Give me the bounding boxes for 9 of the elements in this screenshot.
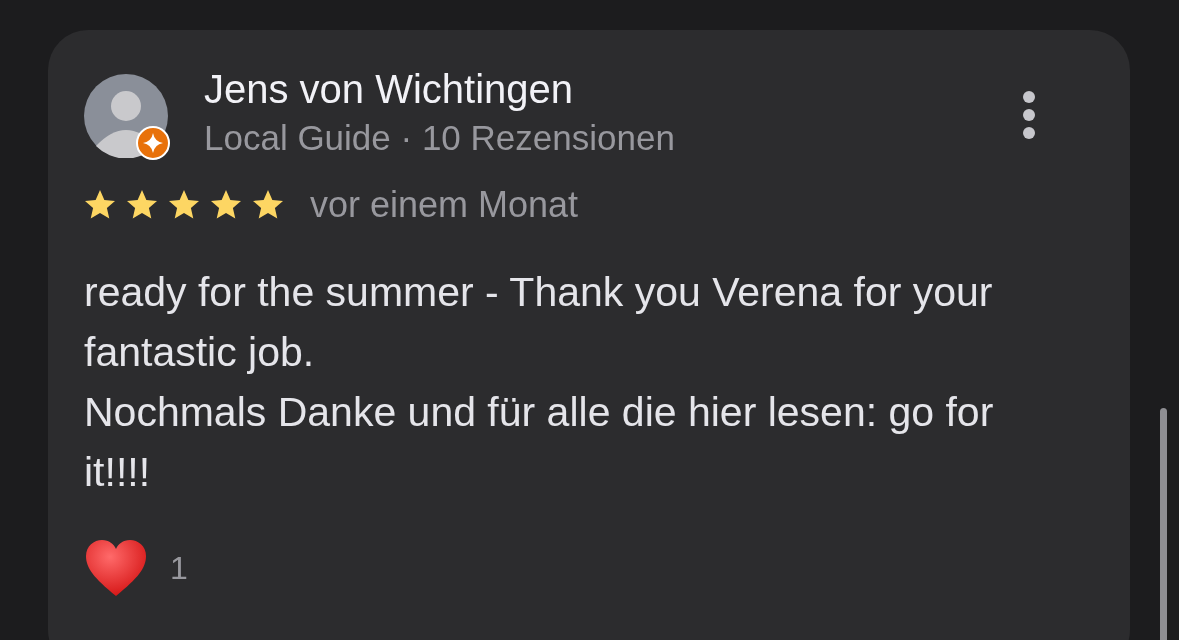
review-time: vor einem Monat [310, 184, 579, 226]
reaction-count: 1 [170, 549, 188, 587]
more-options-icon[interactable] [1022, 90, 1036, 140]
scrollbar[interactable] [1160, 408, 1167, 640]
heart-icon[interactable] [84, 538, 148, 598]
author-meta: Local Guide · 10 Rezensionen [204, 118, 676, 158]
review-text: Nochmals Danke und für alle die hier lesen: go for it!!!! [84, 388, 995, 497]
review-text: ready for the summer - Thank you Verena for your fantastic job. [84, 268, 994, 377]
author-name[interactable]: Jens von Wichtingen [204, 68, 1022, 110]
